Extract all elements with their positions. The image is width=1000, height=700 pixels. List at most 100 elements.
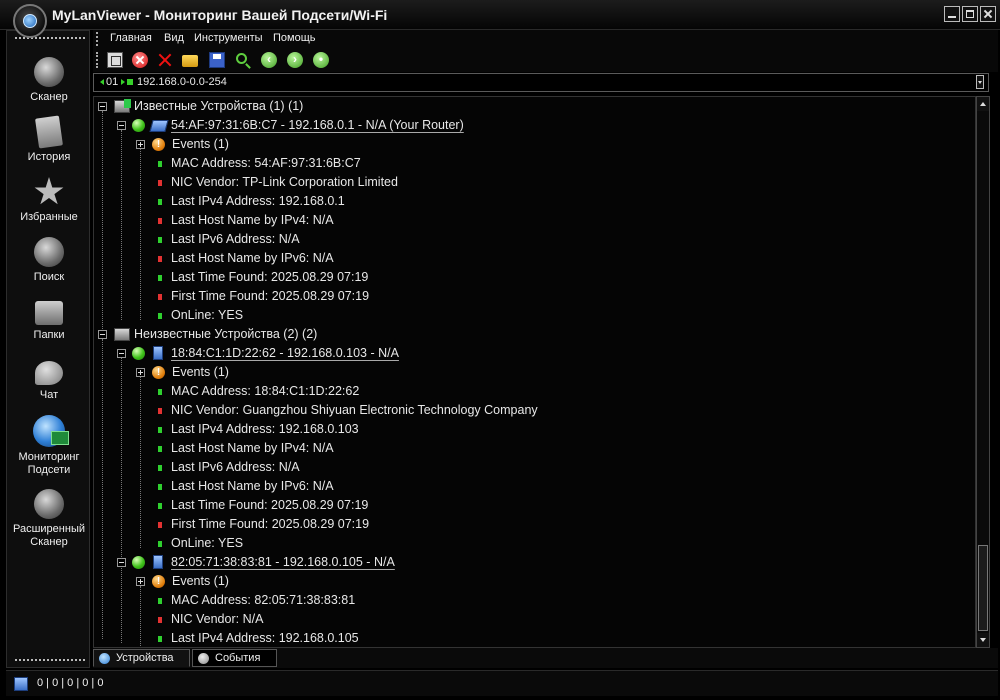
history-icon	[35, 115, 63, 149]
property-text: Last Time Found: 2025.08.29 07:19	[171, 498, 369, 512]
events-label: Events (1)	[172, 137, 229, 151]
address-bar[interactable]: 01 192.168.0-0.0-254	[93, 73, 989, 92]
arrow-left-icon	[100, 79, 104, 86]
tree-connector	[140, 149, 141, 320]
property-text: Last Host Name by IPv4: N/A	[171, 441, 334, 455]
status-ok-icon	[158, 465, 162, 471]
device-tree[interactable]: Известные Устройства (1) (1) 54:AF:97:31…	[93, 96, 976, 648]
refresh-icon[interactable]: •	[313, 52, 329, 68]
window-controls	[944, 6, 996, 22]
unknown-devices-icon	[114, 328, 130, 341]
collapse-toggle[interactable]	[117, 121, 126, 130]
sidebar-item-subnet-monitor[interactable]: Мониторинг Подсети	[7, 415, 91, 477]
menu-view[interactable]: Вид	[164, 32, 184, 44]
status-changed-icon	[158, 256, 162, 262]
stop-icon[interactable]	[132, 52, 148, 68]
tab-label: Устройства	[116, 652, 174, 664]
subnet-icon	[127, 79, 133, 86]
chat-icon	[35, 361, 63, 385]
status-ok-icon	[158, 598, 162, 604]
sidebar-item-scanner[interactable]: Сканер	[7, 57, 91, 104]
sidebar-item-label: История	[27, 151, 71, 163]
folders-icon	[35, 301, 63, 325]
sidebar-item-label: Избранные	[20, 211, 78, 223]
warning-icon: !	[152, 138, 165, 151]
property-text: MAC Address: 18:84:C1:1D:22:62	[171, 384, 360, 398]
collapse-toggle[interactable]	[117, 558, 126, 567]
group-label: Известные Устройства (1) (1)	[134, 99, 304, 113]
sidebar-item-label: Папки	[33, 329, 65, 341]
close-button[interactable]	[980, 6, 996, 22]
sidebar-item-advanced-scanner[interactable]: Расширенный Сканер	[7, 489, 91, 549]
property-text: Last Host Name by IPv6: N/A	[171, 479, 334, 493]
property-text: Last Host Name by IPv4: N/A	[171, 213, 334, 227]
search-icon	[34, 237, 64, 267]
status-bar: 0 | 0 | 0 | 0 | 0	[6, 670, 998, 696]
tree-connector	[102, 111, 103, 339]
router-icon	[149, 120, 169, 132]
copy-icon[interactable]	[107, 52, 123, 68]
tree-scrollbar[interactable]	[976, 96, 990, 648]
property-text: Last IPv4 Address: 192.168.0.105	[171, 631, 359, 645]
device-title: 54:AF:97:31:6B:C7 - 192.168.0.1 - N/A (Y…	[171, 118, 464, 132]
status-changed-icon	[158, 294, 162, 300]
toolbar: ‹ › •	[93, 48, 998, 72]
sidebar-item-favorites[interactable]: Избранные	[7, 177, 91, 224]
collapse-toggle[interactable]	[98, 330, 107, 339]
tree-connector	[140, 586, 141, 646]
property-text: MAC Address: 54:AF:97:31:6B:C7	[171, 156, 361, 170]
subnet-monitor-icon	[33, 415, 69, 447]
status-counters: 0 | 0 | 0 | 0 | 0	[37, 677, 104, 689]
maximize-button[interactable]	[962, 6, 978, 22]
collapse-toggle[interactable]	[117, 349, 126, 358]
online-status-icon	[132, 347, 145, 360]
status-ok-icon	[158, 313, 162, 319]
address-segment[interactable]: 01	[100, 76, 127, 88]
forward-icon[interactable]: ›	[287, 52, 303, 68]
open-folder-icon[interactable]	[182, 55, 198, 67]
sidebar-item-label: Сканер	[30, 91, 68, 103]
sidebar-item-history[interactable]: История	[7, 115, 91, 164]
status-ok-icon	[158, 484, 162, 490]
expand-toggle[interactable]	[136, 368, 145, 377]
sidebar-grip	[15, 659, 85, 661]
tab-events[interactable]: События	[192, 649, 277, 667]
scroll-down-button[interactable]	[977, 633, 989, 647]
collapse-toggle[interactable]	[98, 102, 107, 111]
computer-icon	[153, 346, 163, 360]
address-dropdown-button[interactable]	[976, 75, 984, 89]
expand-toggle[interactable]	[136, 577, 145, 586]
address-subnet-label: 192.168.0-0.0-254	[137, 76, 227, 88]
menu-main[interactable]: Главная	[110, 32, 152, 44]
app-logo-icon[interactable]	[13, 4, 47, 38]
menu-help[interactable]: Помощь	[273, 32, 316, 44]
status-ok-icon	[158, 275, 162, 281]
delete-icon[interactable]	[157, 52, 173, 68]
sidebar-item-chat[interactable]: Чат	[7, 357, 91, 402]
property-text: Last IPv6 Address: N/A	[171, 232, 300, 246]
save-icon[interactable]	[209, 52, 225, 68]
advanced-scanner-icon	[34, 489, 64, 519]
tab-devices[interactable]: Устройства	[93, 649, 190, 667]
find-icon[interactable]	[236, 53, 247, 64]
expand-toggle[interactable]	[136, 140, 145, 149]
property-text: NIC Vendor: N/A	[171, 612, 264, 626]
devices-tab-icon	[99, 653, 110, 664]
sidebar: Сканер История Избранные Поиск Папки Чат…	[6, 30, 90, 668]
sidebar-item-search[interactable]: Поиск	[7, 237, 91, 284]
minimize-button[interactable]	[944, 6, 960, 22]
tree-connector	[102, 339, 103, 639]
sidebar-item-folders[interactable]: Папки	[7, 297, 91, 342]
property-text: OnLine: YES	[171, 536, 244, 550]
network-status-icon	[14, 677, 28, 691]
property-text: First Time Found: 2025.08.29 07:19	[171, 289, 370, 303]
menu-tools[interactable]: Инструменты	[194, 32, 263, 44]
back-icon[interactable]: ‹	[261, 52, 277, 68]
bottom-tab-bar: Устройства События	[93, 648, 998, 668]
scroll-up-button[interactable]	[977, 97, 989, 111]
tree-connector	[121, 130, 122, 320]
tab-label: События	[215, 652, 261, 664]
scroll-thumb[interactable]	[978, 545, 988, 631]
address-subnet[interactable]: 192.168.0-0.0-254	[127, 76, 227, 88]
sidebar-item-label: Мониторинг Подсети	[18, 451, 80, 476]
